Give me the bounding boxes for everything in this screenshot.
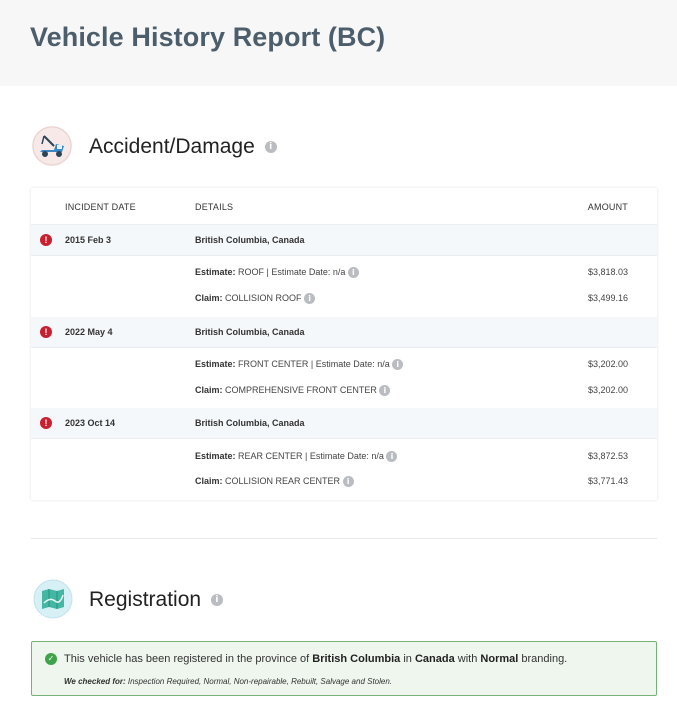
- claim-text: COLLISION ROOF: [225, 293, 302, 303]
- claim-label: Claim:: [195, 293, 223, 303]
- estimate-text: REAR CENTER | Estimate Date: n/a: [238, 451, 384, 461]
- info-icon[interactable]: i: [264, 141, 277, 154]
- claim-row: Claim: COLLISION REAR CENTER i $3,771.43: [31, 469, 657, 495]
- check-circle-icon: ✓: [45, 653, 57, 665]
- checked-for-list: We checked for: Inspection Required, Nor…: [64, 677, 393, 686]
- estimate-label: Estimate:: [195, 359, 236, 369]
- estimate-amount: $3,818.03: [587, 267, 628, 277]
- claim-text: COLLISION REAR CENTER: [225, 476, 341, 486]
- estimate-amount: $3,202.00: [587, 359, 628, 369]
- table-header: INCIDENT DATE DETAILS AMOUNT: [31, 188, 657, 225]
- column-header-amount: AMOUNT: [587, 202, 628, 212]
- estimate-text: FRONT CENTER | Estimate Date: n/a: [238, 359, 390, 369]
- claim-amount: $3,771.43: [587, 476, 628, 486]
- estimate-label: Estimate:: [195, 267, 236, 277]
- registration-section-title: Registration i: [89, 588, 223, 612]
- claim-amount: $3,202.00: [587, 385, 628, 395]
- alert-icon: !: [40, 417, 52, 429]
- column-header-details: DETAILS: [195, 202, 234, 212]
- incident-location: British Columbia, Canada: [195, 235, 305, 245]
- info-icon[interactable]: i: [347, 267, 359, 279]
- info-icon[interactable]: i: [342, 476, 354, 488]
- incident-row: ! 2015 Feb 3 British Columbia, Canada: [31, 225, 657, 256]
- estimate-amount: $3,872.53: [587, 451, 628, 461]
- column-header-incident-date: INCIDENT DATE: [65, 202, 136, 212]
- tow-truck-icon: [32, 126, 72, 166]
- section-divider: [31, 538, 657, 539]
- info-icon[interactable]: i: [392, 359, 404, 371]
- incident-date: 2022 May 4: [65, 327, 113, 337]
- claim-label: Claim:: [195, 385, 223, 395]
- accident-table: INCIDENT DATE DETAILS AMOUNT ! 2015 Feb …: [31, 188, 657, 500]
- info-icon[interactable]: i: [379, 385, 391, 397]
- claim-amount: $3,499.16: [587, 293, 628, 303]
- alert-icon: !: [40, 234, 52, 246]
- estimate-row: Estimate: ROOF | Estimate Date: n/a i $3…: [31, 260, 657, 286]
- incident-location: British Columbia, Canada: [195, 418, 305, 428]
- map-icon: [33, 579, 73, 619]
- registration-notice: ✓ This vehicle has been registered in th…: [31, 641, 657, 696]
- incident-location: British Columbia, Canada: [195, 327, 305, 337]
- page-header: Vehicle History Report (BC): [0, 0, 677, 86]
- page-title: Vehicle History Report (BC): [30, 22, 386, 52]
- incident-row: ! 2022 May 4 British Columbia, Canada: [31, 317, 657, 348]
- info-icon[interactable]: i: [210, 594, 223, 607]
- estimate-label: Estimate:: [195, 451, 236, 461]
- incident-row: ! 2023 Oct 14 British Columbia, Canada: [31, 408, 657, 439]
- claim-text: COMPREHENSIVE FRONT CENTER: [225, 385, 377, 395]
- incident-date: 2023 Oct 14: [65, 418, 116, 428]
- incident-date: 2015 Feb 3: [65, 235, 112, 245]
- estimate-text: ROOF | Estimate Date: n/a: [238, 267, 346, 277]
- claim-row: Claim: COLLISION ROOF i $3,499.16: [31, 286, 657, 312]
- accident-section-title: Accident/Damage i: [89, 135, 277, 159]
- estimate-row: Estimate: REAR CENTER | Estimate Date: n…: [31, 444, 657, 470]
- info-icon[interactable]: i: [386, 451, 398, 463]
- registration-message: This vehicle has been registered in the …: [64, 653, 568, 665]
- claim-label: Claim:: [195, 476, 223, 486]
- claim-row: Claim: COMPREHENSIVE FRONT CENTER i $3,2…: [31, 378, 657, 404]
- alert-icon: !: [40, 326, 52, 338]
- estimate-row: Estimate: FRONT CENTER | Estimate Date: …: [31, 352, 657, 378]
- info-icon[interactable]: i: [304, 293, 316, 305]
